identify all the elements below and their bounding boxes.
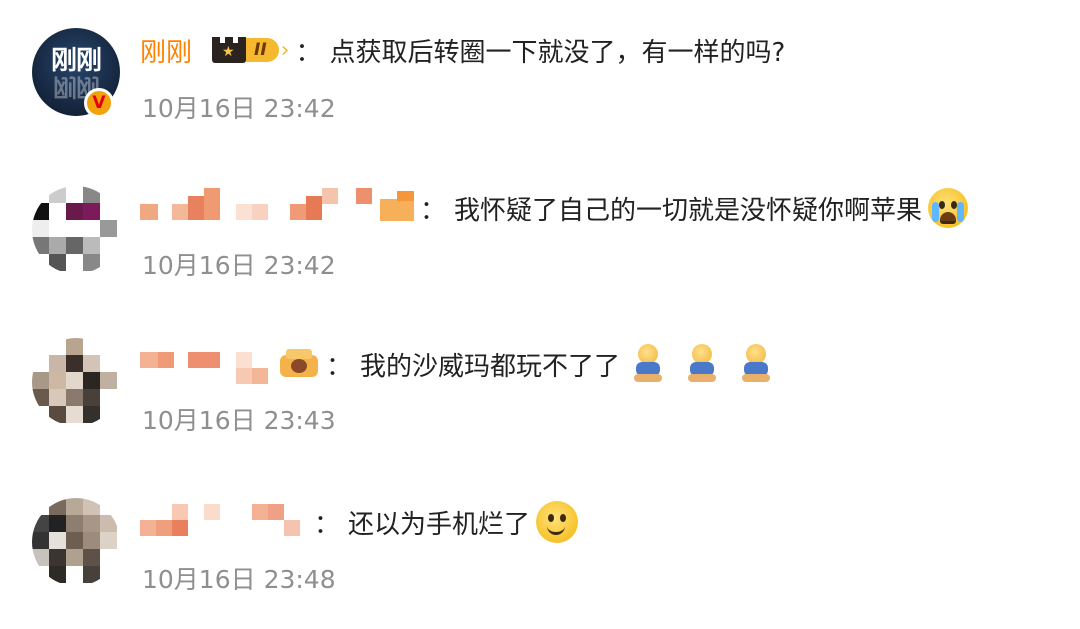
timestamp: 10月16日 23:43 xyxy=(142,406,336,435)
username-pixelated[interactable] xyxy=(140,188,376,228)
timestamp: 10月16日 23:42 xyxy=(142,94,336,123)
verified-icon: V xyxy=(84,88,114,118)
timestamp: 10月16日 23:48 xyxy=(142,565,336,594)
comment-text: 点获取后转圈一下就没了，有一样的吗? xyxy=(329,37,786,68)
comment-text: 还以为手机烂了 xyxy=(348,509,531,540)
colon: ： xyxy=(420,195,447,226)
crown-badge-icon[interactable] xyxy=(278,347,320,381)
comment-text: 我怀疑了自己的一切就是没怀疑你啊苹果 xyxy=(454,195,923,226)
crying-face-icon xyxy=(928,188,969,228)
comment-line: ： 还以为手机烂了 xyxy=(140,501,579,543)
kneeling-emoji-icon xyxy=(738,344,774,384)
avatar-pixelated[interactable] xyxy=(32,498,120,586)
crown-icon: ★ xyxy=(212,37,247,63)
colon: ： xyxy=(326,351,353,382)
badge-icon-pixelated[interactable] xyxy=(380,191,414,225)
avatar-pixelated[interactable] xyxy=(32,338,120,426)
smiling-face-icon xyxy=(536,501,579,543)
chevron-right-icon: › xyxy=(280,37,290,63)
kneeling-emoji-icon xyxy=(630,344,666,384)
username[interactable]: 刚刚 xyxy=(140,32,192,69)
level-badge[interactable]: ★ II › xyxy=(212,35,289,65)
level-label: II xyxy=(244,38,279,62)
username-pixelated[interactable] xyxy=(140,502,308,542)
comment-line: 刚刚 ★ II › ： 点获取后转圈一下就没了，有一样的吗? xyxy=(140,30,785,70)
colon: ： xyxy=(295,37,322,68)
timestamp: 10月16日 23:42 xyxy=(142,251,336,280)
comment-line: ： 我怀疑了自己的一切就是没怀疑你啊苹果 xyxy=(140,188,969,228)
colon: ： xyxy=(314,509,341,540)
username-pixelated[interactable] xyxy=(140,344,274,384)
comment-text: 我的沙威玛都玩不了了 xyxy=(360,351,621,382)
avatar-pixelated[interactable] xyxy=(32,186,120,274)
comment-line: ： 我的沙威玛都玩不了了 xyxy=(140,344,774,384)
kneeling-emoji-icon xyxy=(684,344,720,384)
